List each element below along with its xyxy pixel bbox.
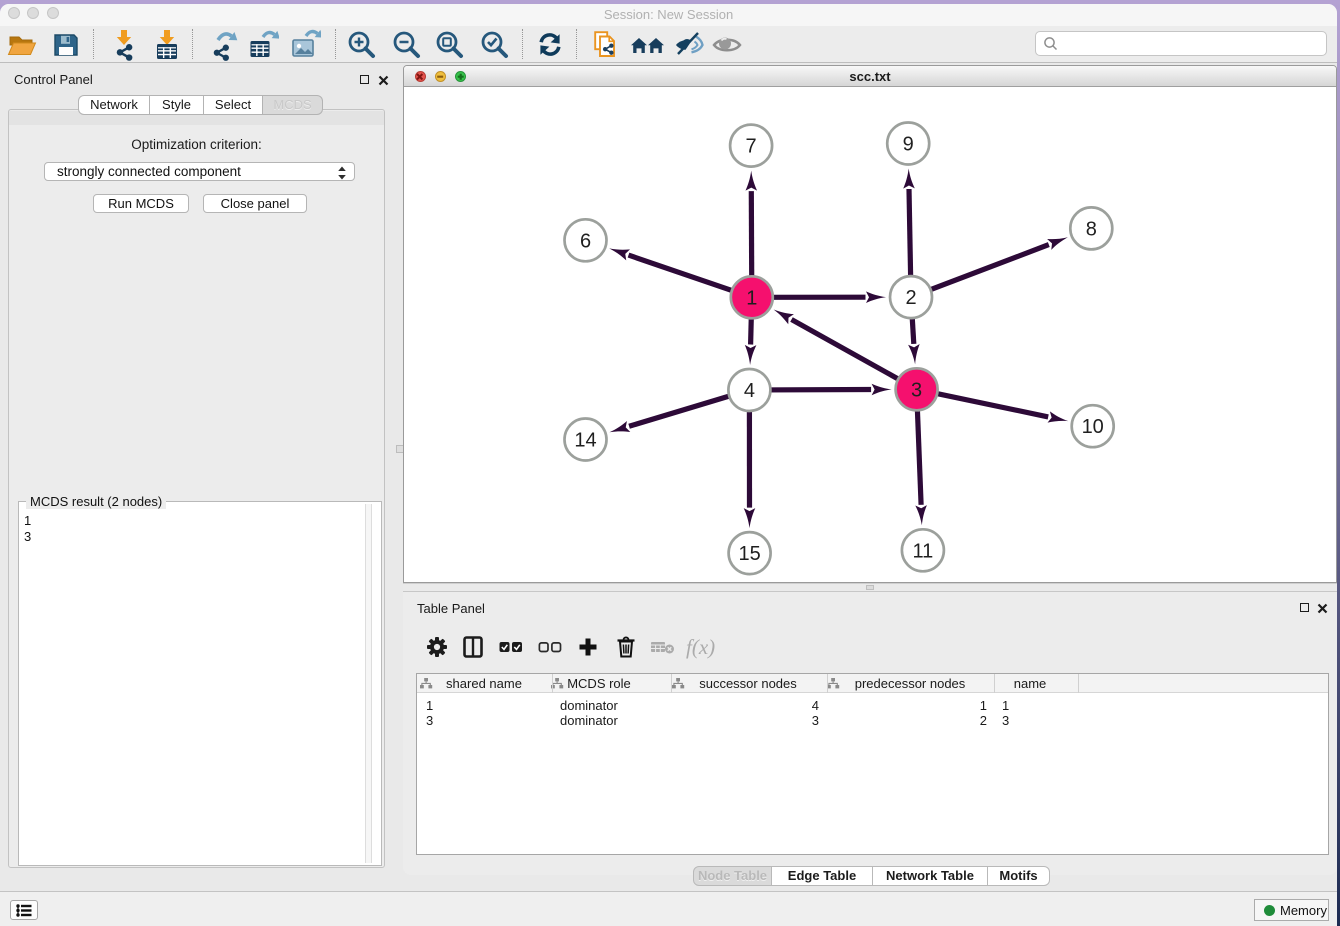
svg-text:15: 15: [738, 543, 760, 565]
svg-text:7: 7: [746, 136, 757, 158]
svg-text:11: 11: [913, 540, 934, 562]
svg-text:3: 3: [911, 379, 922, 401]
svg-text:14: 14: [574, 430, 596, 452]
svg-text:6: 6: [580, 230, 591, 252]
svg-text:10: 10: [1082, 416, 1104, 438]
svg-text:4: 4: [744, 380, 755, 402]
svg-text:2: 2: [905, 287, 916, 309]
svg-text:9: 9: [903, 134, 914, 156]
svg-text:8: 8: [1086, 218, 1097, 240]
svg-text:1: 1: [746, 287, 757, 309]
